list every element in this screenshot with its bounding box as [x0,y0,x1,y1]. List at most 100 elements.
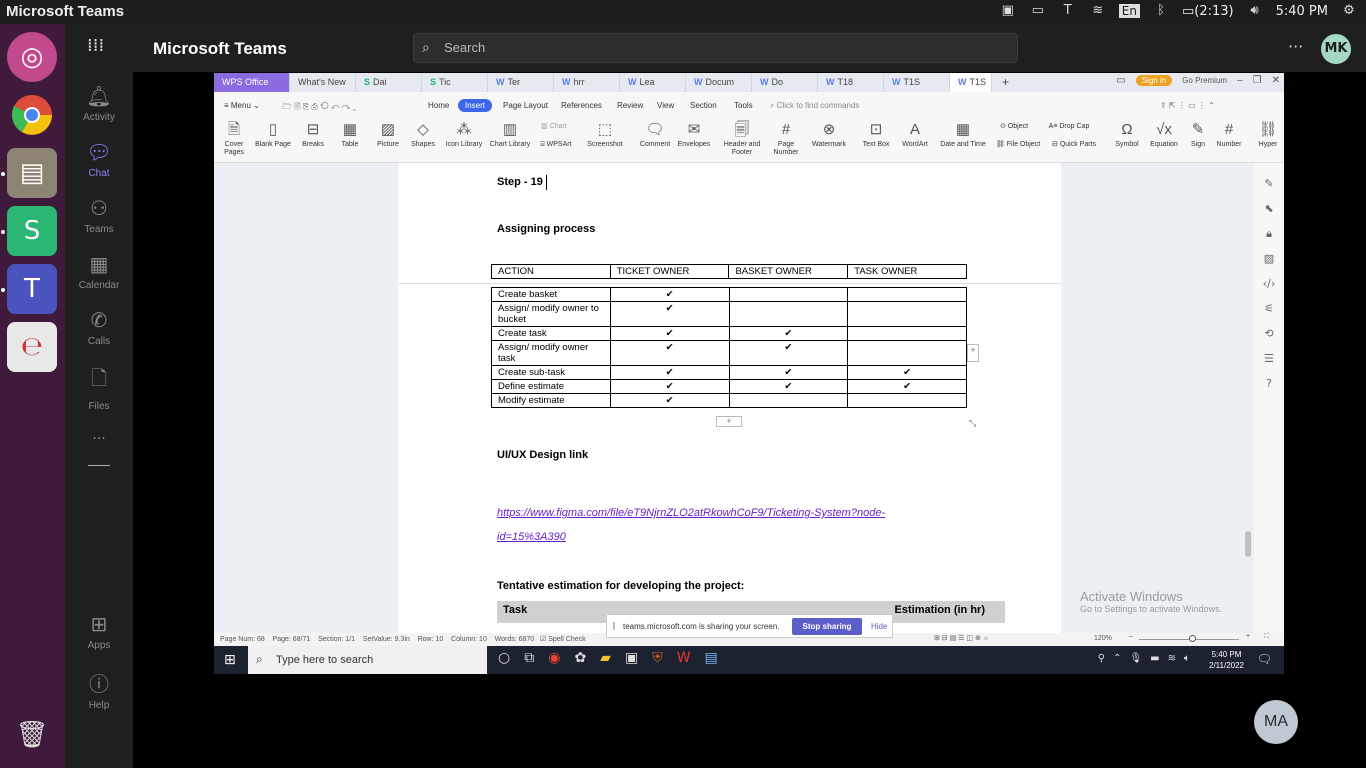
wifi-icon[interactable]: ≋ [1089,3,1107,19]
table-button[interactable]: ▦ Table [336,121,364,149]
chart-library-button[interactable]: ▥ Chart Library [488,121,532,149]
add-row-handle[interactable]: + [716,416,742,427]
rail-teams[interactable]: ⚇ Teams [65,196,133,235]
status-page-num[interactable]: Page Num: 68 [220,636,265,643]
equation-button[interactable]: √x Equation [1146,121,1182,149]
person-icon[interactable]: ⚲ [1098,653,1105,664]
adjust-icon[interactable]: ⚟ [1254,302,1284,327]
user-avatar[interactable]: MK [1321,34,1351,64]
table-cell[interactable]: Assign/ modify owner to bucket [491,301,611,327]
vnc-icon[interactable]: ▣ [625,650,638,666]
table-cell[interactable]: ✔ [609,287,730,302]
notification-icon[interactable]: 🗨︎ [1257,652,1272,666]
sign-in-button[interactable]: Sign in [1135,75,1173,86]
chart-button[interactable]: ▥ Chart [536,123,572,131]
chrome-launcher[interactable] [7,90,57,140]
tab-page-layout[interactable]: Page Layout [503,101,548,110]
spell-check-toggle[interactable]: ☑ Spell Check [540,636,586,643]
list-icon[interactable]: ☰ [1254,352,1284,377]
chevron-up-icon[interactable]: ⌃ [1113,653,1121,664]
wps-spreadsheet-launcher[interactable]: S [7,206,57,256]
permission-table-body[interactable]: Create basket ✔ Assign/ modify owner to b… [491,287,967,408]
cover-pages-button[interactable]: 🗎︎ Cover Pages [222,121,246,157]
rail-help[interactable]: ⓘ Help [65,668,133,711]
table-cell[interactable]: ✔ [728,365,849,380]
system-clock[interactable]: 5:40 PM [1276,4,1328,19]
add-column-handle[interactable]: + [967,344,979,362]
pen-icon[interactable]: ✎ [1254,177,1284,202]
table-cell[interactable]: ✔ [609,379,730,394]
doc-tab[interactable]: W Lea [620,73,686,92]
close-icon[interactable]: ✕ [1272,75,1280,86]
table-cell[interactable] [847,326,967,341]
doc-tab[interactable]: S Tic [422,73,488,92]
table-cell[interactable]: ✔ [609,393,730,408]
doc-tab[interactable]: Whrr [554,73,620,92]
find-commands[interactable]: ⌕ Click to find commands [770,101,859,111]
page-number-button[interactable]: # Page Number [768,121,804,157]
windows-start-icon[interactable]: ⊞ [224,652,236,668]
wpsart-button[interactable]: ⌸ WPSArt [536,141,576,149]
document-viewer-launcher[interactable]: ℮ [7,322,57,372]
quick-parts-button[interactable]: ⊟ Quick Parts [1046,141,1102,149]
wordart-button[interactable]: A WordArt [898,121,932,149]
wps-brand-tab[interactable]: WPS Office [214,73,290,92]
picture-button[interactable]: ▨ Picture [372,121,404,149]
wifi-icon[interactable]: ≋ [1168,653,1176,664]
tab-references[interactable]: References [561,101,602,110]
table-cell[interactable]: ✔ [847,365,967,380]
table-cell[interactable] [847,287,967,302]
table-cell[interactable]: ✔ [728,326,849,341]
bluetooth-icon[interactable]: ᛒ [1152,3,1170,19]
trash-launcher[interactable]: 🗑︎ [7,710,57,760]
symbol-button[interactable]: Ω Symbol [1110,121,1144,149]
rail-more[interactable]: ... [65,426,133,444]
status-words[interactable]: Words: 6870 [495,636,535,643]
go-premium-button[interactable]: Go Premium [1182,76,1227,85]
notes-taskbar-icon[interactable]: ▤ [705,650,718,666]
network-icon[interactable]: ▬ [1150,653,1159,664]
table-cell[interactable]: Define estimate [491,379,611,394]
table-cell[interactable]: Create basket [491,287,611,302]
tab-home[interactable]: Home [428,101,449,110]
app-launcher-grid-icon[interactable]: ⁞⁞⁞ [87,35,104,56]
scrollbar-thumb[interactable] [1245,531,1251,557]
search-input[interactable]: ⌕ Search [413,33,1018,63]
display-icon[interactable]: ▭ [1029,3,1047,19]
view-mode-controls[interactable]: ⊞ ⊟ ▤ ☰ ◫ ⊕ ☼ [934,634,989,642]
quick-access-toolbar[interactable]: 🗁︎ 🗎︎ ⎘ ⎙ ⟲ ↶ ↷ ⌄ [282,101,356,115]
table-cell[interactable]: Create task [491,326,611,341]
number-button[interactable]: # Number [1212,121,1246,149]
rail-chat[interactable]: 💬︎ Chat [65,140,133,179]
help-icon[interactable]: ? [1254,377,1284,402]
teams-tray-icon[interactable]: T [1059,3,1077,19]
lock-icon[interactable]: 🔒︎ [1254,227,1284,252]
shapes-button[interactable]: ◇ Shapes [408,121,438,149]
table-header-cell[interactable]: TASK OWNER [847,264,967,279]
tab-whats-new[interactable]: What's New [290,73,356,92]
table-cell[interactable]: Assign/ modify owner task [491,340,611,366]
teams-launcher[interactable]: T [7,264,57,314]
drag-handle-icon[interactable]: ∥ [612,621,616,630]
ubuntu-launcher[interactable]: ◎ [7,32,57,82]
table-cell[interactable]: Create sub-task [491,365,611,380]
tab-view[interactable]: View [657,101,674,110]
zoom-level[interactable]: 120% [1094,635,1112,642]
table-cell[interactable] [847,301,967,327]
figma-link-continued[interactable]: id=15%3A390 [497,531,566,543]
sign-button[interactable]: ✎ Sign [1186,121,1210,149]
table-cell[interactable]: ✔ [609,365,730,380]
drop-cap-button[interactable]: A≡ Drop Cap [1046,123,1092,131]
chrome-taskbar-icon[interactable]: ◉ [548,650,560,666]
rail-calendar[interactable]: ▦ Calendar [65,252,133,291]
tab-tools[interactable]: Tools [734,101,753,110]
code-icon[interactable]: ‹/› [1254,277,1284,302]
breaks-button[interactable]: ⊟ Breaks [298,121,328,149]
keyboard-language[interactable]: En [1118,4,1140,18]
zoom-slider-knob[interactable] [1189,635,1196,642]
file-object-button[interactable]: ⛓ File Object [992,141,1044,149]
rail-calls[interactable]: ✆ Calls [65,308,133,347]
image-tool-icon[interactable]: ▨ [1254,252,1284,277]
table-cell[interactable]: ✔ [609,301,730,327]
select-icon[interactable]: ⬉ [1254,202,1284,227]
